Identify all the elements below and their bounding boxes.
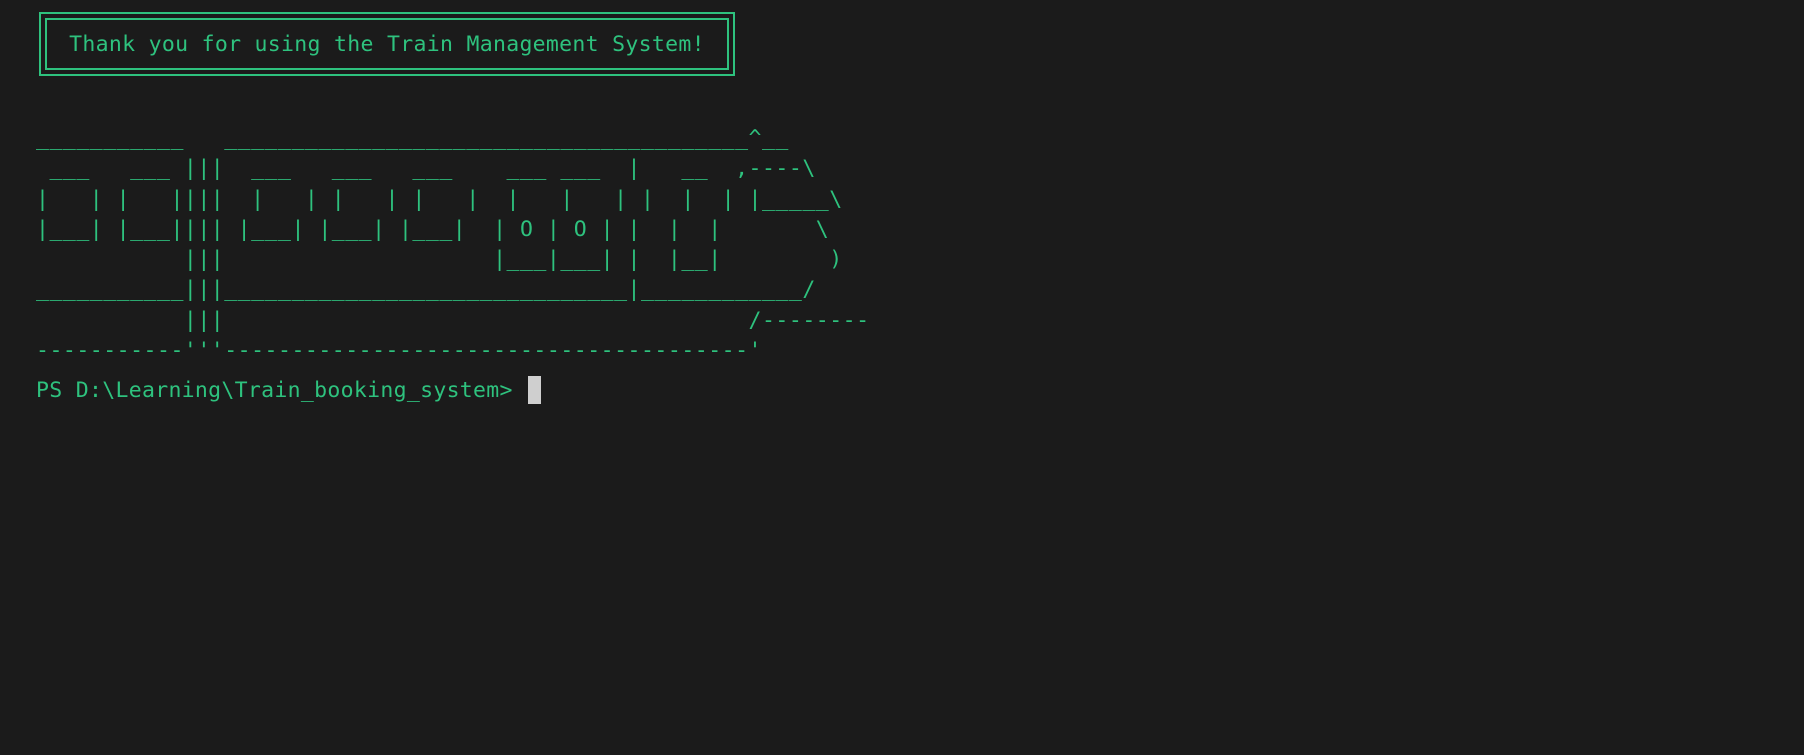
- ascii-line: -----------'''--------------------------…: [36, 338, 762, 364]
- ascii-line: |___| |___|||| |___| |___| |___| | O | O…: [36, 216, 830, 242]
- terminal-window[interactable]: Thank you for using the Train Management…: [0, 0, 1804, 755]
- ascii-line: ||| |___|___| | |__| ): [36, 247, 843, 273]
- farewell-banner-text: Thank you for using the Train Management…: [45, 18, 729, 70]
- ascii-line: ___________ ____________________________…: [36, 126, 789, 151]
- text-cursor: [528, 376, 542, 404]
- ascii-line: | | | |||| | | | | | | | | | | | | |____…: [36, 186, 843, 212]
- ascii-line: ___________|||__________________________…: [36, 277, 816, 303]
- ascii-line: ||| /--------: [36, 307, 870, 333]
- train-ascii-art: ___________ ____________________________…: [36, 124, 870, 366]
- prompt-path: PS D:\Learning\Train_booking_system>: [36, 377, 527, 403]
- farewell-banner: Thank you for using the Train Management…: [39, 12, 735, 76]
- ascii-line: ___ ___ ||| ___ ___ ___ ___ ___ | __ ,--…: [36, 156, 816, 182]
- command-prompt[interactable]: PS D:\Learning\Train_booking_system>: [36, 375, 542, 405]
